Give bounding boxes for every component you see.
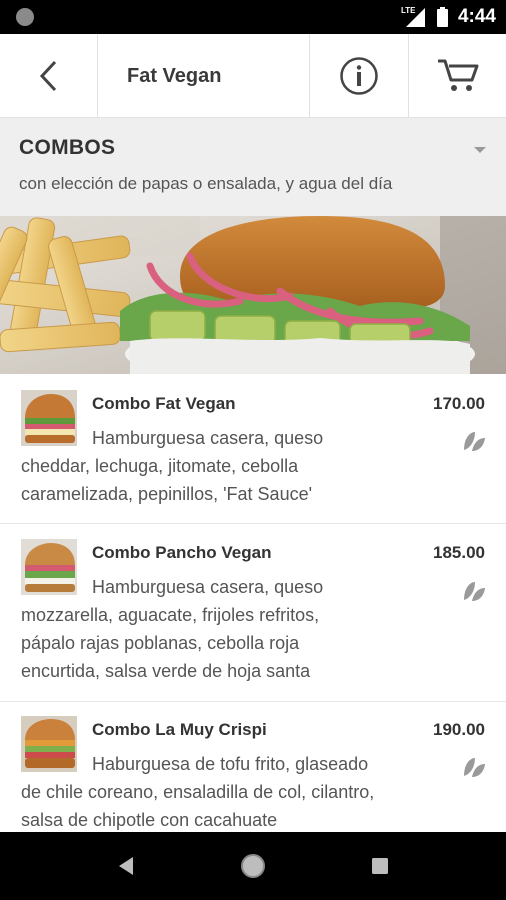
category-title: COMBOS — [19, 136, 116, 159]
info-button[interactable] — [310, 34, 409, 118]
menu-item[interactable]: Combo Pancho Vegan 185.00 Hamburguesa ca… — [0, 524, 506, 702]
description-line: de chile coreano, ensaladilla de col, ci… — [21, 782, 375, 802]
back-triangle-icon — [119, 857, 133, 875]
menu-item[interactable]: Combo Fat Vegan 170.00 Hamburguesa caser… — [0, 374, 506, 524]
description-line: pápalo rajas poblanas, cebolla roja — [21, 633, 300, 653]
page-title: Fat Vegan — [127, 64, 222, 87]
vegan-leaf-icon — [464, 758, 485, 777]
recents-square-icon — [372, 858, 388, 874]
cart-button[interactable] — [409, 34, 506, 118]
system-nav-bar — [0, 832, 506, 900]
home-circle-icon — [241, 854, 265, 878]
item-description-first-line: Hamburguesa casera, queso — [92, 577, 324, 597]
menu-item[interactable]: Combo La Muy Crispi 190.00 Haburguesa de… — [0, 702, 506, 832]
category-hero-image — [0, 216, 506, 374]
nav-back-button[interactable] — [86, 832, 166, 900]
back-arrow-icon — [39, 60, 56, 92]
item-price: 170.00 — [433, 394, 485, 413]
signal-icon: LTE — [401, 6, 427, 28]
description-line: cheddar, lechuga, jitomate, cebolla — [21, 456, 299, 476]
nav-home-button[interactable] — [213, 832, 293, 900]
back-button[interactable] — [0, 34, 98, 118]
description-line: mozzarella, aguacate, frijoles refritos, — [21, 605, 320, 625]
status-bar: LTE 4:44 — [0, 0, 506, 34]
item-name: Combo Pancho Vegan — [92, 543, 272, 562]
item-name: Combo Fat Vegan — [92, 394, 236, 413]
vegan-leaf-icon — [464, 432, 485, 451]
notification-dot-icon — [16, 8, 34, 26]
menu-item-list: Combo Fat Vegan 170.00 Hamburguesa caser… — [0, 374, 506, 832]
item-description-rest: mozzarella, aguacate, frijoles refritos,… — [21, 601, 319, 685]
category-subtitle: con elección de papas o ensalada, y agua… — [19, 174, 393, 193]
item-description-first-line: Hamburguesa casera, queso — [92, 428, 324, 448]
clock: 4:44 — [457, 6, 496, 27]
dropdown-caret-icon[interactable] — [474, 146, 486, 154]
item-thumbnail — [21, 716, 77, 772]
category-header[interactable]: COMBOS con elección de papas o ensalada,… — [0, 118, 506, 216]
restaurant-title-cell: Fat Vegan — [98, 34, 310, 118]
item-price: 185.00 — [433, 543, 485, 562]
item-description-rest: de chile coreano, ensaladilla de col, ci… — [21, 778, 374, 832]
item-description-rest: cheddar, lechuga, jitomate, cebolla cara… — [21, 452, 312, 508]
item-thumbnail — [21, 390, 77, 446]
nav-recents-button[interactable] — [340, 832, 420, 900]
description-line: encurtida, salsa verde de hoja santa — [21, 661, 311, 681]
cart-icon — [437, 59, 478, 91]
description-line: caramelizada, pepinillos, 'Fat Sauce' — [21, 484, 313, 504]
vegan-leaf-icon — [464, 582, 485, 601]
info-icon — [340, 57, 378, 95]
item-thumbnail — [21, 539, 77, 595]
item-description-first-line: Haburguesa de tofu frito, glaseado — [92, 754, 369, 774]
description-line: salsa de chipotle con cacahuate — [21, 810, 278, 830]
item-price: 190.00 — [433, 720, 485, 739]
battery-icon — [436, 7, 448, 27]
status-right: LTE 4:44 — [401, 0, 496, 34]
top-bar: Fat Vegan — [0, 34, 506, 118]
item-name: Combo La Muy Crispi — [92, 720, 267, 739]
